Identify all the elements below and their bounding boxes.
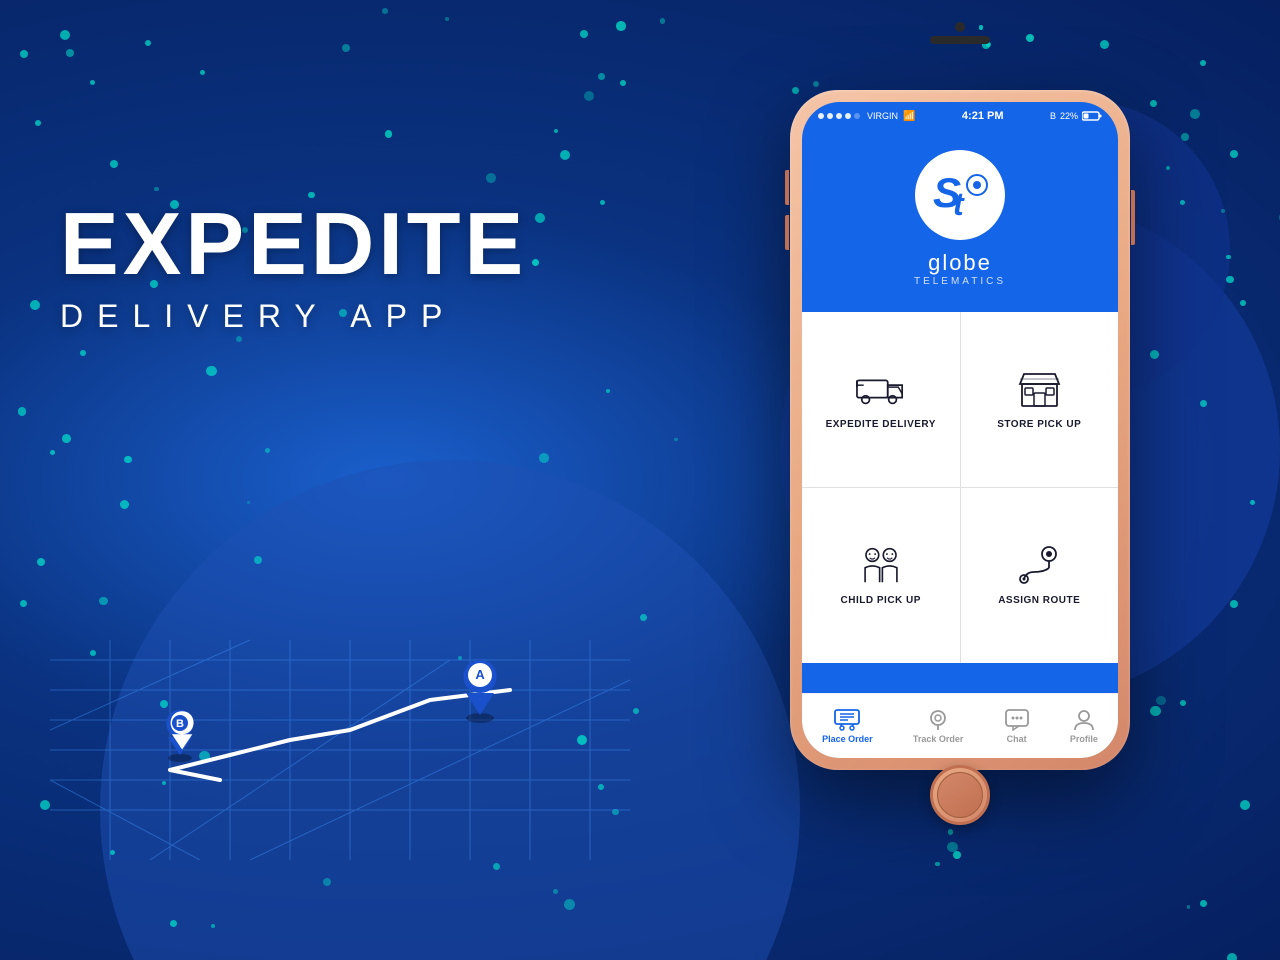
menu-label-child-pickup: CHILD PICK UP — [841, 595, 921, 606]
phone-shell: VIRGIN 📶 4:21 PM B 22% — [790, 90, 1130, 770]
globe-telematics-logo: S t — [925, 165, 995, 225]
nav-item-profile[interactable]: Profile — [1070, 709, 1098, 744]
volume-up-button — [785, 170, 789, 205]
status-bar: VIRGIN 📶 4:21 PM B 22% — [802, 102, 1118, 130]
battery-icon — [1082, 111, 1102, 121]
nav-item-chat[interactable]: Chat — [1004, 709, 1030, 744]
svg-text:t: t — [953, 186, 965, 222]
power-button — [1131, 190, 1135, 245]
nav-label-chat: Chat — [1007, 734, 1027, 744]
phone-mockup: VIRGIN 📶 4:21 PM B 22% — [770, 30, 1150, 930]
svg-text:B: B — [176, 718, 184, 730]
main-title: EXPEDITE — [60, 200, 527, 288]
carrier-name: VIRGIN — [867, 111, 898, 121]
nav-item-place-order[interactable]: Place Order — [822, 709, 873, 744]
svg-text:A: A — [475, 667, 485, 682]
menu-item-assign-route[interactable]: ASSIGN ROUTE — [961, 488, 1119, 663]
menu-label-store-pickup: STORE PICK UP — [997, 419, 1081, 430]
wifi-icon: 📶 — [903, 111, 915, 122]
blue-strip-decoration — [802, 663, 1118, 693]
route-icon — [1014, 545, 1064, 585]
phone-screen: VIRGIN 📶 4:21 PM B 22% — [802, 102, 1118, 758]
place-order-icon — [834, 709, 860, 731]
marker-b: B — [167, 710, 194, 762]
nav-label-track-order: Track Order — [913, 734, 964, 744]
nav-label-place-order: Place Order — [822, 734, 873, 744]
signal-dot-1 — [818, 113, 824, 119]
menu-label-expedite-delivery: EXPEDITE DELIVERY — [826, 419, 936, 430]
status-right: B 22% — [1050, 111, 1102, 121]
menu-item-store-pickup[interactable]: STORE PICK UP — [961, 312, 1119, 487]
menu-label-assign-route: ASSIGN ROUTE — [998, 595, 1080, 606]
map-illustration: B A — [50, 580, 630, 860]
subtitle: DELIVERY APP — [60, 298, 527, 335]
bottom-navigation: Place Order Track Order — [802, 693, 1118, 758]
menu-item-child-pickup[interactable]: CHILD PICK UP — [802, 488, 960, 663]
menu-item-expedite-delivery[interactable]: EXPEDITE DELIVERY — [802, 312, 960, 487]
profile-icon — [1071, 709, 1097, 731]
home-button[interactable] — [930, 765, 990, 825]
phone-top-hardware — [930, 22, 990, 44]
signal-dot-3 — [836, 113, 842, 119]
front-camera — [955, 22, 965, 32]
app-header: S t globe TELEMATICS — [802, 130, 1118, 312]
nav-item-track-order[interactable]: Track Order — [913, 709, 964, 744]
status-time: 4:21 PM — [962, 110, 1004, 122]
track-order-icon — [925, 709, 951, 731]
brand-name: globe — [928, 250, 992, 276]
truck-icon — [856, 369, 906, 409]
brand-subtitle: TELEMATICS — [914, 276, 1006, 287]
battery-level: 22% — [1060, 111, 1078, 121]
signal-dot-2 — [827, 113, 833, 119]
nav-label-profile: Profile — [1070, 734, 1098, 744]
earpiece-speaker — [930, 36, 990, 44]
bluetooth-icon: B — [1050, 111, 1056, 121]
volume-down-button — [785, 215, 789, 250]
app-logo-circle: S t — [915, 150, 1005, 240]
menu-grid: EXPEDITE DELIVERY — [802, 312, 1118, 663]
left-content: EXPEDITE DELIVERY APP — [60, 200, 527, 335]
store-icon — [1014, 369, 1064, 409]
signal-dot-4 — [845, 113, 851, 119]
signal-dot-5 — [854, 113, 860, 119]
home-button-inner — [937, 772, 983, 818]
status-left: VIRGIN 📶 — [818, 111, 915, 122]
phone-bezel: VIRGIN 📶 4:21 PM B 22% — [802, 102, 1118, 758]
chat-icon — [1004, 709, 1030, 731]
children-icon — [856, 545, 906, 585]
